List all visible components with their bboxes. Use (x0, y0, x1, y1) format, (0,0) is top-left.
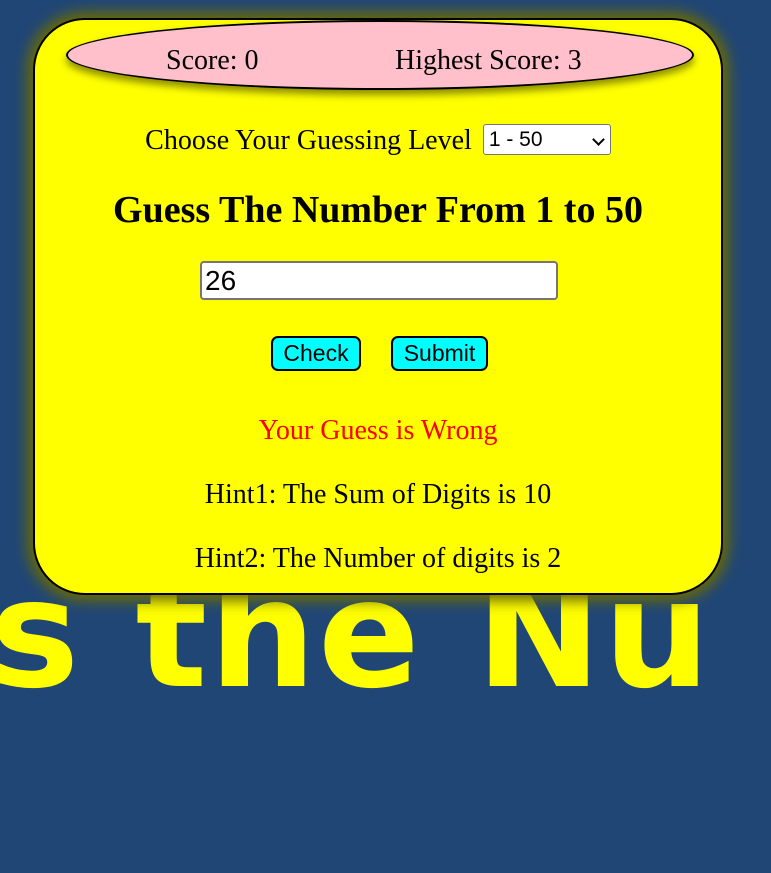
guess-input[interactable]: 26 (200, 261, 558, 300)
scoreboard: Score: 0 Highest Score: 3 (66, 20, 694, 90)
level-select-value: 1 - 50 (488, 128, 543, 152)
score-label: Score: 0 (166, 45, 259, 76)
chevron-down-icon (591, 133, 605, 146)
hint-1: Hint1: The Sum of Digits is 10 (204, 479, 552, 510)
level-row: Choose Your Guessing Level 1 - 50 (35, 124, 721, 158)
highest-score-label: Highest Score: 3 (395, 45, 582, 76)
check-button[interactable]: Check (271, 336, 361, 371)
level-label: Choose Your Guessing Level (145, 125, 472, 156)
hint-2: Hint2: The Number of digits is 2 (194, 543, 562, 574)
level-select[interactable]: 1 - 50 (482, 124, 611, 156)
game-card: Score: 0 Highest Score: 3 Choose Your Gu… (33, 18, 723, 595)
page-title: Guess The Number From 1 to 50 (113, 189, 643, 231)
submit-button[interactable]: Submit (391, 336, 488, 371)
result-message: Your Guess is Wrong (258, 415, 498, 446)
